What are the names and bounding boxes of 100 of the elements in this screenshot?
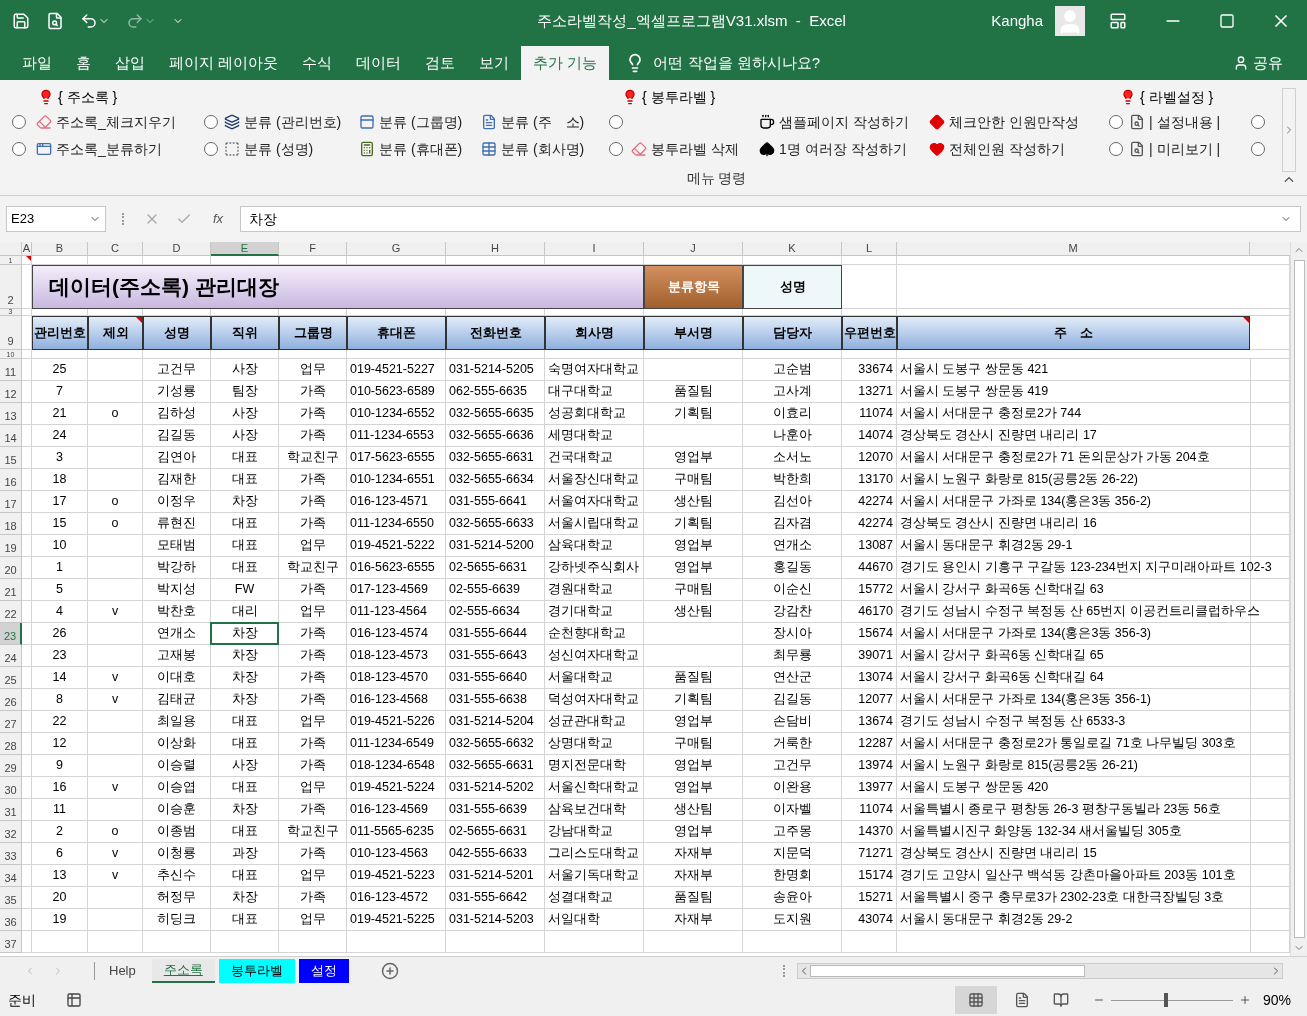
zoom-slider-thumb[interactable] — [1163, 993, 1168, 1007]
command-button[interactable]: 분류 (성명) — [244, 138, 314, 160]
save-icon[interactable] — [12, 12, 30, 30]
column-letter[interactable]: H — [446, 242, 545, 256]
sheet-tab[interactable]: Help — [97, 958, 148, 983]
row-number[interactable]: 33 — [0, 843, 22, 865]
ribbon-tab[interactable]: 보기 — [467, 46, 522, 80]
column-letter[interactable]: E — [211, 242, 279, 256]
row-number[interactable]: 34 — [0, 865, 22, 887]
row-number[interactable]: 24 — [0, 645, 22, 667]
row-number[interactable]: 29 — [0, 755, 22, 777]
page-break-icon[interactable] — [1052, 992, 1069, 1008]
ribbon-tab[interactable]: 홈 — [64, 46, 103, 80]
insert-function-button[interactable]: fx — [208, 209, 228, 229]
option-radio[interactable] — [12, 142, 26, 156]
command-button[interactable]: | 설정내용 | — [1149, 111, 1221, 133]
option-radio[interactable] — [204, 115, 218, 129]
command-button[interactable]: 분류 (회사명) — [501, 138, 585, 160]
row-number[interactable]: 32 — [0, 821, 22, 843]
column-letter[interactable]: G — [347, 242, 446, 256]
row-number[interactable]: 17 — [0, 491, 22, 513]
row-number[interactable]: 30 — [0, 777, 22, 799]
option-radio[interactable] — [1109, 115, 1123, 129]
column-letter[interactable]: J — [644, 242, 743, 256]
row-number[interactable]: 26 — [0, 689, 22, 711]
row-number[interactable]: 9 — [0, 316, 22, 350]
ribbon-tab[interactable]: 페이지 레이아웃 — [157, 46, 291, 80]
command-button[interactable]: 분류 (휴대폰) — [379, 138, 463, 160]
sheet-tab[interactable]: 주소록 — [151, 958, 215, 983]
command-button[interactable]: 주소록_분류하기 — [56, 138, 162, 160]
horizontal-scrollbar[interactable] — [797, 962, 1283, 979]
command-button[interactable]: 체크안한 인원만작성 — [949, 111, 1079, 133]
add-sheet-icon[interactable] — [380, 961, 399, 980]
command-button[interactable]: 분류 (그룹명) — [379, 111, 463, 133]
option-radio[interactable] — [204, 142, 218, 156]
option-radio[interactable] — [1251, 115, 1265, 129]
row-number[interactable]: 16 — [0, 469, 22, 491]
maximize-icon[interactable] — [1219, 13, 1235, 29]
option-radio[interactable] — [609, 142, 623, 156]
scroll-thumb[interactable] — [810, 964, 1085, 977]
row-number[interactable]: 35 — [0, 887, 22, 909]
normal-view-button[interactable] — [954, 986, 997, 1014]
row-number[interactable]: 31 — [0, 799, 22, 821]
row-number[interactable]: 2 — [0, 265, 22, 309]
option-radio[interactable] — [12, 115, 26, 129]
row-number[interactable]: 27 — [0, 711, 22, 733]
command-button[interactable]: 분류 (주 소) — [501, 111, 585, 133]
scroll-thumb[interactable] — [1293, 260, 1305, 938]
share-button[interactable]: 공유 — [1253, 51, 1283, 75]
sheet-tab[interactable]: 설정 — [298, 958, 349, 983]
row-number[interactable]: 25 — [0, 667, 22, 689]
column-letter[interactable]: K — [743, 242, 842, 256]
ribbon-tab[interactable]: 데이터 — [344, 46, 414, 80]
command-button[interactable]: 주소록_체크지우기 — [56, 111, 176, 133]
column-letter[interactable]: I — [545, 242, 644, 256]
row-number[interactable]: 18 — [0, 513, 22, 535]
command-button[interactable]: | 미리보기 | — [1149, 138, 1221, 160]
sheet-tab[interactable]: 봉투라벨 — [218, 958, 295, 983]
row-number[interactable]: 36 — [0, 909, 22, 931]
column-letter[interactable]: C — [88, 242, 143, 256]
row-number[interactable]: 19 — [0, 535, 22, 557]
page-layout-icon[interactable] — [1013, 992, 1030, 1008]
row-number[interactable]: 22 — [0, 601, 22, 623]
command-button[interactable]: 전체인원 작성하기 — [949, 138, 1065, 160]
undo-icon[interactable] — [80, 12, 98, 30]
vertical-scrollbar[interactable] — [1290, 242, 1307, 956]
column-letter[interactable]: M — [897, 242, 1250, 256]
ribbon-tab[interactable]: 삽입 — [103, 46, 157, 80]
row-number[interactable]: 15 — [0, 447, 22, 469]
option-radio[interactable] — [609, 115, 623, 129]
column-letter[interactable]: F — [279, 242, 347, 256]
redo-icon[interactable] — [126, 12, 144, 30]
column-letter[interactable]: D — [143, 242, 211, 256]
row-number[interactable]: 20 — [0, 557, 22, 579]
formula-field[interactable]: 차장 — [240, 206, 1301, 232]
command-button[interactable]: 봉투라벨 삭제 — [651, 138, 739, 160]
option-radio[interactable] — [1109, 142, 1123, 156]
ribbon-tab[interactable]: 파일 — [10, 46, 64, 80]
ribbon-display-icon[interactable] — [1109, 12, 1127, 30]
column-letter[interactable]: L — [842, 242, 897, 256]
row-number[interactable]: 23 — [0, 623, 22, 645]
zoom-level[interactable]: 90% — [1262, 989, 1291, 1011]
row-number[interactable]: 13 — [0, 403, 22, 425]
ribbon-tab[interactable]: 검토 — [413, 46, 468, 80]
command-button[interactable]: 샘플페이지 작성하기 — [779, 111, 909, 133]
print-preview-icon[interactable] — [46, 12, 64, 30]
column-letter[interactable]: B — [32, 242, 88, 256]
macro-record-icon[interactable] — [66, 992, 82, 1008]
ribbon-tab[interactable]: 추가 기능 — [521, 46, 610, 80]
ribbon-tab[interactable]: 수식 — [290, 46, 345, 80]
row-number[interactable]: 37 — [0, 931, 22, 953]
command-button[interactable]: 분류 (관리번호) — [244, 111, 342, 133]
command-button[interactable]: 1명 여러장 작성하기 — [779, 138, 907, 160]
row-number[interactable]: 12 — [0, 381, 22, 403]
row-number[interactable]: 11 — [0, 359, 22, 381]
row-number[interactable]: 28 — [0, 733, 22, 755]
option-radio[interactable] — [1251, 142, 1265, 156]
row-number[interactable]: 14 — [0, 425, 22, 447]
row-number[interactable]: 21 — [0, 579, 22, 601]
name-box[interactable]: E23 — [6, 206, 106, 232]
